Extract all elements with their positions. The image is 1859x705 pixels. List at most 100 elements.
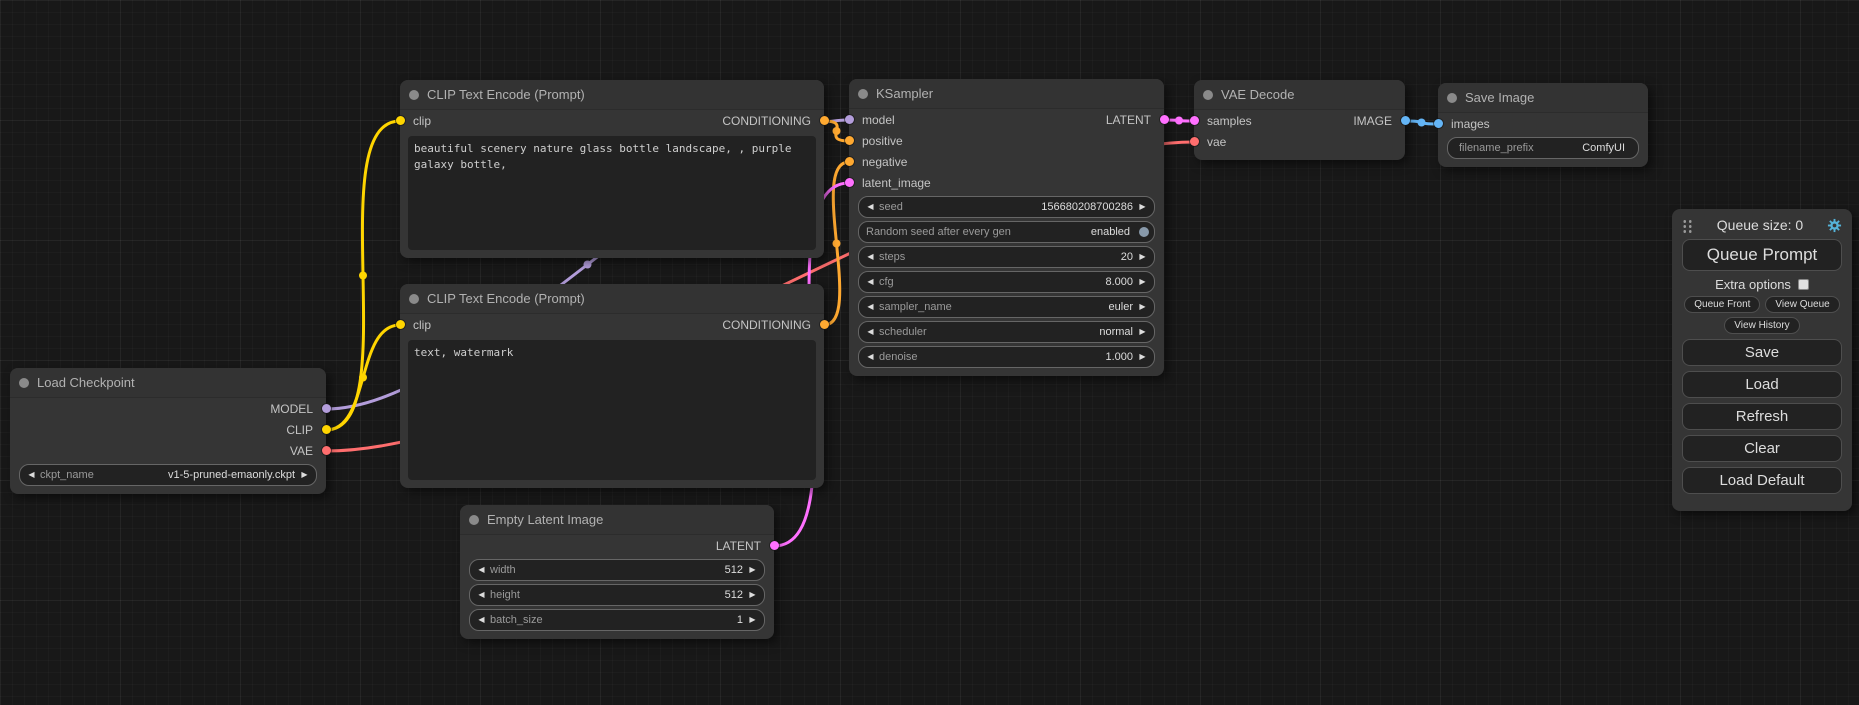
collapse-dot-icon[interactable] [409, 294, 419, 304]
increment-arrow-icon[interactable]: ▶ [746, 566, 759, 574]
decrement-arrow-icon[interactable]: ◀ [475, 616, 488, 624]
decrement-arrow-icon[interactable]: ◀ [475, 566, 488, 574]
decrement-arrow-icon[interactable]: ◀ [864, 353, 877, 361]
queue-front-button[interactable]: Queue Front [1684, 296, 1760, 313]
node-save-image[interactable]: Save Image images filename_prefix ComfyU… [1438, 83, 1648, 167]
output-slot-vae[interactable] [322, 446, 331, 455]
increment-arrow-icon[interactable]: ▶ [1136, 328, 1149, 336]
filename-prefix-widget[interactable]: filename_prefix ComfyUI [1447, 137, 1639, 159]
node-title-bar[interactable]: CLIP Text Encode (Prompt) [400, 284, 824, 314]
node-title-bar[interactable]: KSampler [849, 79, 1164, 109]
output-label-latent: LATENT [1106, 113, 1151, 127]
input-slot-clip[interactable] [396, 320, 405, 329]
increment-arrow-icon[interactable]: ▶ [1136, 203, 1149, 211]
increment-arrow-icon[interactable]: ▶ [746, 591, 759, 599]
scheduler-widget[interactable]: ◀ scheduler normal ▶ [858, 321, 1155, 343]
queue-prompt-button[interactable]: Queue Prompt [1682, 239, 1842, 271]
node-title-bar[interactable]: Load Checkpoint [10, 368, 326, 398]
output-slot-model[interactable] [322, 404, 331, 413]
steps-widget[interactable]: ◀ steps 20 ▶ [858, 246, 1155, 268]
refresh-button[interactable]: Refresh [1682, 403, 1842, 430]
input-label-vae: vae [1207, 135, 1226, 149]
load-default-button[interactable]: Load Default [1682, 467, 1842, 494]
output-slot-latent[interactable] [770, 541, 779, 550]
load-button[interactable]: Load [1682, 371, 1842, 398]
increment-arrow-icon[interactable]: ▶ [1136, 278, 1149, 286]
collapse-dot-icon[interactable] [1203, 90, 1213, 100]
input-slot-clip[interactable] [396, 116, 405, 125]
node-load-checkpoint[interactable]: Load Checkpoint MODEL CLIP VAE ◀ ckpt_na… [10, 368, 326, 494]
settings-gear-icon[interactable] [1827, 218, 1842, 233]
menu-header: Queue size: 0 [1682, 217, 1842, 233]
random-seed-toggle-widget[interactable]: Random seed after every gen enabled [858, 221, 1155, 243]
widget-label: width [490, 564, 516, 576]
node-title-bar[interactable]: Empty Latent Image [460, 505, 774, 535]
input-slot-images[interactable] [1434, 119, 1443, 128]
decrement-arrow-icon[interactable]: ◀ [864, 203, 877, 211]
graph-canvas[interactable]: Load Checkpoint MODEL CLIP VAE ◀ ckpt_na… [0, 0, 1859, 705]
increment-arrow-icon[interactable]: ▶ [298, 471, 311, 479]
increment-arrow-icon[interactable]: ▶ [1136, 353, 1149, 361]
collapse-dot-icon[interactable] [409, 90, 419, 100]
output-label-latent: LATENT [716, 539, 761, 553]
prompt-textarea[interactable]: text, watermark [408, 340, 816, 480]
collapse-dot-icon[interactable] [19, 378, 29, 388]
input-slot-model[interactable] [845, 115, 854, 124]
output-slot-conditioning[interactable] [820, 320, 829, 329]
sampler-name-widget[interactable]: ◀ sampler_name euler ▶ [858, 296, 1155, 318]
slot-row: clip CONDITIONING [400, 314, 824, 335]
node-vae-decode[interactable]: VAE Decode samples IMAGE vae [1194, 80, 1405, 160]
input-slot-vae[interactable] [1190, 137, 1199, 146]
node-title-bar[interactable]: Save Image [1438, 83, 1648, 113]
decrement-arrow-icon[interactable]: ◀ [864, 303, 877, 311]
collapse-dot-icon[interactable] [1447, 93, 1457, 103]
width-widget[interactable]: ◀ width 512 ▶ [469, 559, 765, 581]
seed-widget[interactable]: ◀ seed 156680208700286 ▶ [858, 196, 1155, 218]
increment-arrow-icon[interactable]: ▶ [1136, 253, 1149, 261]
link-midpoint-dot [584, 261, 592, 269]
save-button[interactable]: Save [1682, 339, 1842, 366]
cfg-widget[interactable]: ◀ cfg 8.000 ▶ [858, 271, 1155, 293]
decrement-arrow-icon[interactable]: ◀ [864, 253, 877, 261]
input-slot-samples[interactable] [1190, 116, 1199, 125]
output-slot-clip[interactable] [322, 425, 331, 434]
collapse-dot-icon[interactable] [469, 515, 479, 525]
queue-menu-panel[interactable]: Queue size: 0 Queue Prompt Extra options… [1672, 209, 1852, 511]
denoise-widget[interactable]: ◀ denoise 1.000 ▶ [858, 346, 1155, 368]
decrement-arrow-icon[interactable]: ◀ [25, 471, 38, 479]
collapse-dot-icon[interactable] [858, 89, 868, 99]
output-slot-image[interactable] [1401, 116, 1410, 125]
input-slot-latent-image[interactable] [845, 178, 854, 187]
view-queue-button[interactable]: View Queue [1765, 296, 1839, 313]
output-slot-conditioning[interactable] [820, 116, 829, 125]
ckpt-name-widget[interactable]: ◀ ckpt_name v1-5-pruned-emaonly.ckpt ▶ [19, 464, 317, 486]
increment-arrow-icon[interactable]: ▶ [1136, 303, 1149, 311]
batch-size-widget[interactable]: ◀ batch_size 1 ▶ [469, 609, 765, 631]
node-title: KSampler [876, 86, 933, 101]
node-ksampler[interactable]: KSampler model LATENT positive negative … [849, 79, 1164, 376]
decrement-arrow-icon[interactable]: ◀ [864, 278, 877, 286]
increment-arrow-icon[interactable]: ▶ [746, 616, 759, 624]
slot-row: vae [1194, 131, 1405, 152]
input-slot-negative[interactable] [845, 157, 854, 166]
clear-button[interactable]: Clear [1682, 435, 1842, 462]
height-widget[interactable]: ◀ height 512 ▶ [469, 584, 765, 606]
input-label-clip: clip [413, 318, 431, 332]
toggle-on-icon[interactable] [1139, 227, 1149, 237]
output-slot-latent[interactable] [1160, 115, 1169, 124]
decrement-arrow-icon[interactable]: ◀ [864, 328, 877, 336]
node-clip-text-encode-negative[interactable]: CLIP Text Encode (Prompt) clip CONDITION… [400, 284, 824, 488]
slot-row: LATENT [460, 535, 774, 556]
drag-handle-icon[interactable] [1682, 218, 1693, 233]
node-clip-text-encode-positive[interactable]: CLIP Text Encode (Prompt) clip CONDITION… [400, 80, 824, 258]
decrement-arrow-icon[interactable]: ◀ [475, 591, 488, 599]
node-title-bar[interactable]: CLIP Text Encode (Prompt) [400, 80, 824, 110]
prompt-textarea[interactable]: beautiful scenery nature glass bottle la… [408, 136, 816, 250]
input-label-model: model [862, 113, 895, 127]
input-slot-positive[interactable] [845, 136, 854, 145]
widget-value: 8.000 [1105, 276, 1133, 288]
extra-options-checkbox[interactable] [1798, 279, 1809, 290]
node-empty-latent-image[interactable]: Empty Latent Image LATENT ◀ width 512 ▶ … [460, 505, 774, 639]
view-history-button[interactable]: View History [1724, 317, 1799, 334]
node-title-bar[interactable]: VAE Decode [1194, 80, 1405, 110]
